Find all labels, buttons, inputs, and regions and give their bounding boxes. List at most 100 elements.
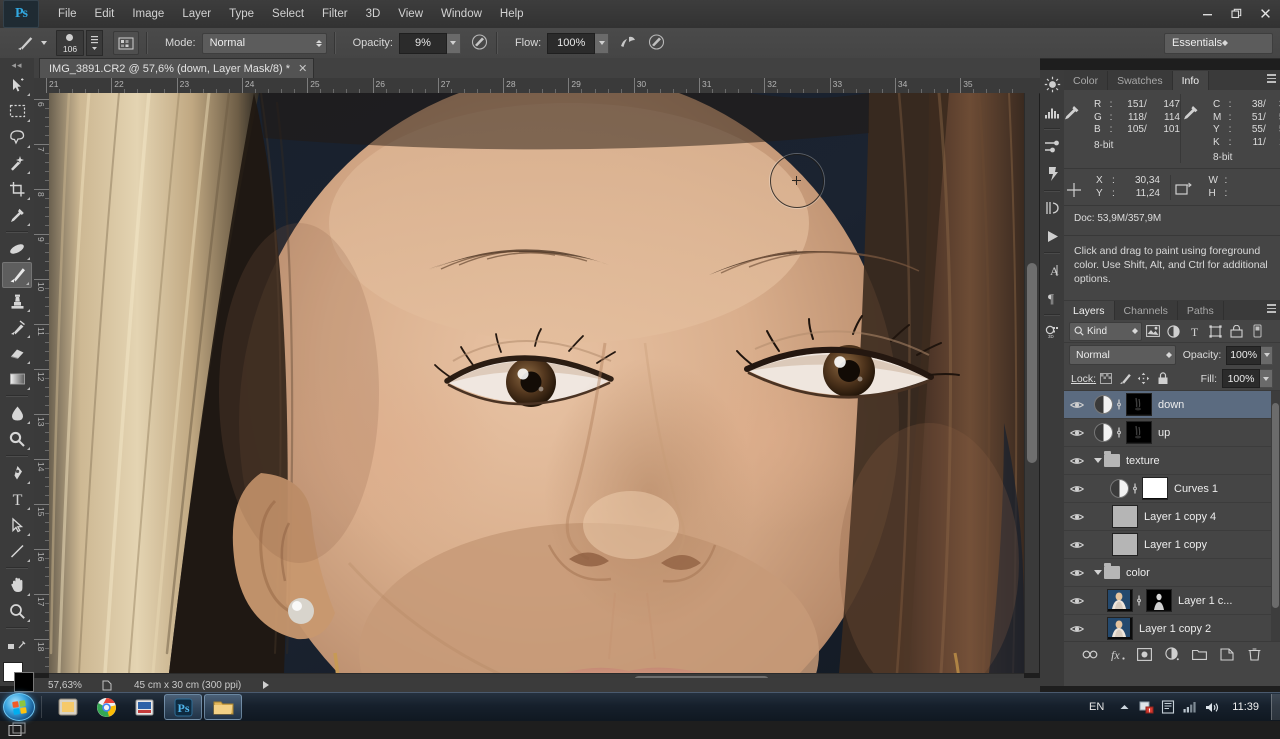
layer-scroll-thumb[interactable] (1272, 403, 1279, 608)
add-mask-icon[interactable] (1136, 646, 1153, 663)
tab-layers[interactable]: Layers (1064, 301, 1115, 320)
menu-select[interactable]: Select (263, 4, 313, 24)
status-expand-icon[interactable] (263, 681, 269, 689)
menu-file[interactable]: File (49, 4, 86, 24)
paragraph-icon[interactable]: ¶ (1040, 284, 1064, 312)
opacity-pressure-icon[interactable] (470, 33, 489, 54)
brightness-contrast-icon[interactable] (1040, 70, 1064, 98)
layer-row[interactable]: Layer 1 copy 2 (1064, 615, 1280, 641)
opacity-value[interactable]: 9% (399, 33, 447, 54)
quick-selection-tool[interactable] (2, 150, 32, 176)
new-group-icon[interactable] (1191, 646, 1208, 663)
layer-visibility-toggle[interactable] (1064, 568, 1090, 578)
tab-color[interactable]: Color (1064, 71, 1108, 90)
brush-panel-toggle-button[interactable] (113, 31, 139, 55)
brush-size-field[interactable]: 106 (56, 30, 84, 56)
tab-channels[interactable]: Channels (1115, 301, 1178, 320)
vertical-ruler[interactable]: 6789101112131415161718 (34, 93, 50, 673)
taskbar-clock[interactable]: 11:39 (1232, 701, 1259, 713)
document-image[interactable] (49, 93, 1024, 673)
filter-toggle-icon[interactable] (1247, 321, 1268, 341)
layer-row[interactable]: Layer 1 copy (1064, 531, 1280, 559)
blur-tool[interactable] (2, 400, 32, 426)
history-brush-tool[interactable] (2, 314, 32, 340)
layer-visibility-toggle[interactable] (1064, 428, 1090, 438)
horizontal-type-tool[interactable]: T (2, 486, 32, 512)
history-icon[interactable] (1040, 194, 1064, 222)
canvas-vertical-scrollbar[interactable] (1024, 93, 1039, 673)
layer-visibility-toggle[interactable] (1064, 484, 1090, 494)
canvas-area[interactable] (49, 93, 1024, 673)
adjustment-filter-icon[interactable] (1163, 321, 1184, 341)
lock-position-icon[interactable] (1134, 369, 1153, 388)
vertical-scroll-thumb[interactable] (1027, 263, 1037, 463)
size-pressure-icon[interactable] (647, 33, 666, 54)
layer-visibility-toggle[interactable] (1064, 512, 1090, 522)
dodge-tool[interactable] (2, 426, 32, 452)
menu-image[interactable]: Image (123, 4, 173, 24)
line-tool[interactable] (2, 538, 32, 564)
styles-icon[interactable] (1040, 160, 1064, 188)
layer-visibility-toggle[interactable] (1064, 400, 1090, 410)
layer-row[interactable]: texture (1064, 447, 1280, 475)
layer-kind-filter-select[interactable]: Kind (1069, 322, 1142, 341)
background-color-swatch[interactable] (14, 672, 34, 692)
layer-thumbnail[interactable] (1112, 505, 1138, 528)
show-hidden-icons[interactable] (1114, 697, 1134, 717)
tab-paths[interactable]: Paths (1178, 301, 1224, 320)
layer-visibility-toggle[interactable] (1064, 596, 1090, 606)
layer-mask-thumbnail[interactable] (1146, 589, 1172, 612)
new-layer-icon[interactable] (1218, 646, 1235, 663)
info-panel-menu-icon[interactable] (1267, 74, 1276, 83)
signal-icon[interactable] (1180, 697, 1200, 717)
minimize-button[interactable] (1193, 2, 1222, 24)
layer-thumbnail[interactable] (1107, 617, 1133, 640)
menu-layer[interactable]: Layer (173, 4, 220, 24)
pen-tool[interactable] (2, 460, 32, 486)
workspace-select[interactable]: Essentials (1164, 33, 1273, 54)
layer-thumbnail[interactable] (1107, 589, 1133, 612)
brush-presets-chevron-icon[interactable] (86, 30, 103, 56)
3d-icon[interactable]: 3D (1040, 318, 1064, 346)
clone-stamp-tool[interactable] (2, 288, 32, 314)
lock-transparent-icon[interactable] (1096, 369, 1115, 388)
layers-panel-menu-icon[interactable] (1267, 304, 1276, 313)
opacity-chevron-icon[interactable] (447, 33, 461, 54)
restore-button[interactable] (1222, 2, 1251, 24)
layer-row[interactable]: Curves 1 (1064, 475, 1280, 503)
menu-view[interactable]: View (389, 4, 432, 24)
gradient-tool[interactable] (2, 366, 32, 392)
flow-chevron-icon[interactable] (595, 33, 609, 54)
brush-preset-chevron-icon[interactable] (41, 41, 47, 45)
menu-window[interactable]: Window (432, 4, 491, 24)
layer-mask-thumbnail[interactable] (1142, 477, 1168, 500)
layer-mask-thumbnail[interactable] (1126, 421, 1152, 444)
eyedropper-tool[interactable] (2, 202, 32, 228)
flow-control[interactable]: 100% (541, 33, 609, 54)
menu-type[interactable]: Type (220, 4, 263, 24)
tab-info[interactable]: Info (1173, 71, 1210, 90)
path-selection-tool[interactable] (2, 512, 32, 538)
zoom-level[interactable]: 57,63% (48, 680, 100, 691)
layer-row[interactable]: up (1064, 419, 1280, 447)
folder-taskbar-icon[interactable] (204, 694, 242, 720)
delete-layer-icon[interactable] (1246, 646, 1263, 663)
horizontal-ruler[interactable]: 212223242526272829303132333435 (34, 78, 1040, 94)
lasso-tool[interactable] (2, 124, 32, 150)
edit-toolbar-button[interactable] (2, 632, 32, 658)
layer-visibility-toggle[interactable] (1064, 456, 1090, 466)
color-swatches[interactable] (1, 662, 33, 692)
lock-all-icon[interactable] (1153, 369, 1172, 388)
link-layers-icon[interactable] (1081, 646, 1098, 663)
document-icon[interactable] (100, 680, 114, 691)
show-desktop-button[interactable] (1271, 694, 1280, 720)
rectangular-marquee-tool[interactable] (2, 98, 32, 124)
adjustments-icon[interactable] (1040, 132, 1064, 160)
blend-mode-select[interactable]: Normal (202, 33, 327, 54)
menu-filter[interactable]: Filter (313, 4, 357, 24)
volume-icon[interactable] (1202, 697, 1222, 717)
group-expand-icon[interactable] (1094, 570, 1102, 575)
photoshop-taskbar-icon[interactable]: Ps (164, 694, 202, 720)
screen-mode-icon[interactable] (4, 719, 30, 739)
move-tool[interactable] (2, 72, 32, 98)
